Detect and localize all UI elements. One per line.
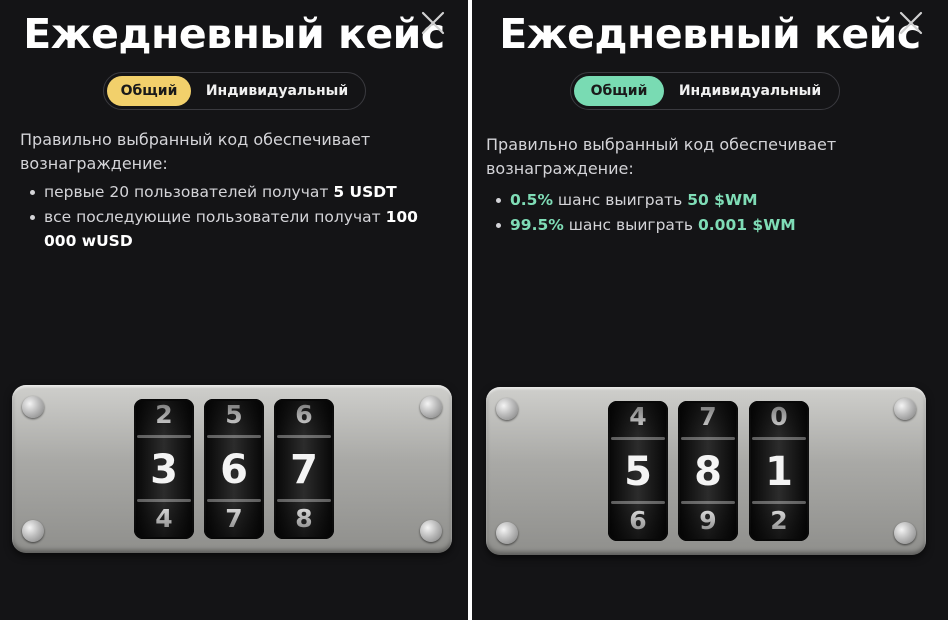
reward-amount: 50 $WM xyxy=(687,191,758,209)
close-icon[interactable] xyxy=(418,8,448,38)
reward-text: все последующие пользователи получат xyxy=(44,208,386,226)
lock-wheel-1[interactable]: 4 5 6 xyxy=(608,401,668,541)
lock-wheel-2[interactable]: 7 8 9 xyxy=(678,401,738,541)
daily-case-panel-common-usdt: Ежедневный кейс Общий Индивидуальный Пра… xyxy=(0,0,468,620)
case-type-tabs: Общий Индивидуальный xyxy=(103,72,366,110)
screw-icon xyxy=(496,522,518,544)
tab-common[interactable]: Общий xyxy=(574,76,664,106)
screw-icon xyxy=(420,520,442,542)
page-title: Ежедневный кейс xyxy=(23,10,445,58)
list-item: 99.5% шанс выиграть 0.001 $WM xyxy=(494,213,914,237)
close-icon[interactable] xyxy=(896,8,926,38)
tab-common[interactable]: Общий xyxy=(107,76,191,106)
reward-text: шанс выиграть xyxy=(563,216,698,234)
list-item: 0.5% шанс выиграть 50 $WM xyxy=(494,188,914,212)
combination-lock: 4 5 6 7 8 9 0 1 2 xyxy=(486,387,926,555)
list-item: все последующие пользователи получат 100… xyxy=(28,205,438,253)
combination-lock: 2 3 4 5 6 7 6 7 8 xyxy=(12,385,452,553)
screw-icon xyxy=(894,522,916,544)
daily-case-panel-common-wm: Ежедневный кейс Общий Индивидуальный Пра… xyxy=(472,0,948,620)
reward-chance: 99.5% xyxy=(510,216,564,234)
lock-wheel-1[interactable]: 2 3 4 xyxy=(134,399,194,539)
reward-description: Правильно выбранный код обеспечивает воз… xyxy=(20,130,371,173)
reward-list: 0.5% шанс выиграть 50 $WM 99.5% шанс выи… xyxy=(494,188,914,238)
screw-icon xyxy=(22,396,44,418)
reward-list: первые 20 пользователей получат 5 USDT в… xyxy=(28,180,438,254)
screw-icon xyxy=(496,398,518,420)
lock-wheel-3[interactable]: 0 1 2 xyxy=(749,401,809,541)
reward-chance: 0.5% xyxy=(510,191,553,209)
lock-wheel-2[interactable]: 5 6 7 xyxy=(204,399,264,539)
case-type-tabs: Общий Индивидуальный xyxy=(570,72,840,110)
screw-icon xyxy=(22,520,44,542)
list-item: первые 20 пользователей получат 5 USDT xyxy=(28,180,438,204)
reward-text: шанс выиграть xyxy=(553,191,688,209)
screw-icon xyxy=(420,396,442,418)
tab-individual[interactable]: Индивидуальный xyxy=(669,76,831,106)
page-title: Ежедневный кейс xyxy=(499,10,921,58)
tab-individual[interactable]: Индивидуальный xyxy=(196,76,358,106)
reward-amount: 0.001 $WM xyxy=(698,216,796,234)
reward-text: первые 20 пользователей получат xyxy=(44,183,334,201)
lock-wheel-3[interactable]: 6 7 8 xyxy=(274,399,334,539)
screw-icon xyxy=(894,398,916,420)
reward-amount: 5 USDT xyxy=(333,183,397,201)
reward-description: Правильно выбранный код обеспечивает воз… xyxy=(486,135,837,178)
